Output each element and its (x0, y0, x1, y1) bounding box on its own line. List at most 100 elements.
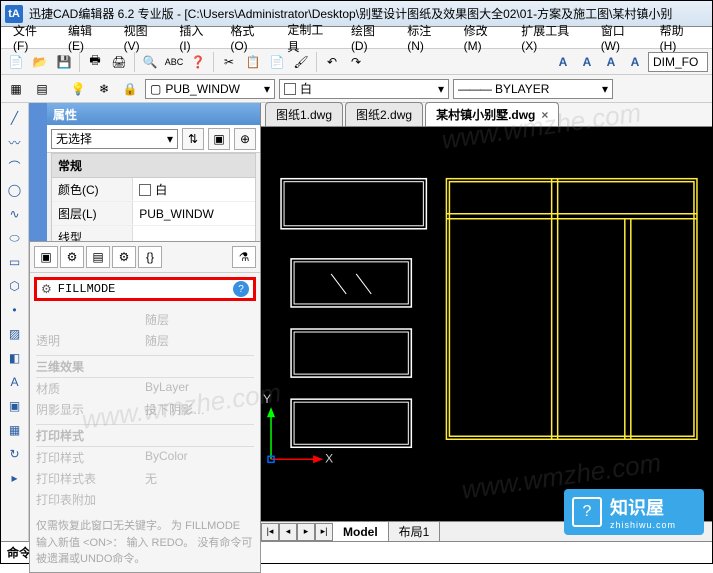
app-icon: tA (5, 5, 23, 23)
text-style-a2[interactable]: A (576, 51, 598, 73)
menu-help[interactable]: 帮助(H) (652, 22, 708, 53)
svg-text:X: X (325, 451, 333, 465)
sysvar-tab-1[interactable]: ▣ (34, 246, 58, 268)
chevron-down-icon: ▾ (264, 82, 270, 96)
brand-name: 知识屋 (610, 494, 676, 520)
text-style-a1[interactable]: A (552, 51, 574, 73)
color-combo[interactable]: 白 ▾ (279, 79, 449, 99)
sysvar-tab-2[interactable]: ⚙ (60, 246, 84, 268)
menu-insert[interactable]: 插入(I) (171, 22, 222, 53)
lineweight-combo[interactable]: ——— BYLAYER ▾ (453, 79, 613, 99)
region-tool[interactable]: ◧ (4, 347, 26, 369)
canvas[interactable]: Y X (261, 127, 712, 521)
tab-nav-first[interactable]: |◂ (261, 523, 279, 541)
svg-text:Y: Y (263, 392, 271, 406)
spline-tool[interactable]: ∿ (4, 203, 26, 225)
command-history: 仅需恢复此窗口无关键字。 为 FILLMODE 输入新值 <ON>： 输入 RE… (30, 514, 260, 572)
layer-props-button[interactable]: ▦ (5, 78, 27, 100)
spell-button[interactable]: ABC (163, 51, 185, 73)
chevron-down-icon: ▾ (167, 132, 173, 146)
refresh-tool[interactable]: ↻ (4, 443, 26, 465)
draw-toolbar: ╱ 〰 ⌒ ◯ ∿ ⬭ ▭ ⬡ • ▨ ◧ A ▣ ▦ ↻ ▸ (1, 103, 29, 541)
text-style-a4[interactable]: A (624, 51, 646, 73)
group-general[interactable]: 常规 (52, 154, 255, 178)
doc-tab-3[interactable]: 某村镇小别墅.dwg× (425, 102, 559, 126)
menu-view[interactable]: 视图(V) (116, 22, 172, 53)
drawing-area: 图纸1.dwg 图纸2.dwg 某村镇小别墅.dwg× (261, 103, 712, 541)
select-objects-button[interactable]: ▣ (208, 128, 230, 150)
menu-extend-tools[interactable]: 扩展工具(X) (513, 22, 592, 53)
line-tool[interactable]: ╱ (4, 107, 26, 129)
lightbulb-icon[interactable]: 💡 (67, 78, 89, 100)
point-tool[interactable]: • (4, 299, 26, 321)
help-button[interactable]: ❓ (187, 51, 209, 73)
tab-nav-prev[interactable]: ◂ (279, 523, 297, 541)
selection-combo[interactable]: 无选择 ▾ (51, 129, 178, 149)
hatch-tool[interactable]: ▨ (4, 323, 26, 345)
menu-custom-tools[interactable]: 定制工具 (279, 21, 343, 55)
table-tool[interactable]: ▦ (4, 419, 26, 441)
doc-tab-2[interactable]: 图纸2.dwg (345, 102, 423, 126)
help-icon[interactable]: ? (233, 281, 249, 297)
brand-badge: ? 知识屋 zhishiwu.com (564, 489, 704, 535)
window-title: 迅捷CAD编辑器 6.2 专业版 - [C:\Users\Administrat… (29, 5, 672, 22)
chevron-down-icon: ▾ (602, 82, 608, 96)
layout-tab-model[interactable]: Model (333, 522, 389, 541)
arc-tool[interactable]: ⌒ (4, 155, 26, 177)
menu-file[interactable]: 文件(F) (5, 22, 60, 53)
menu-bar: 文件(F) 编辑(E) 视图(V) 插入(I) 格式(O) 定制工具 绘图(D)… (1, 27, 712, 49)
color-swatch (284, 83, 296, 95)
block-tool[interactable]: ▣ (4, 395, 26, 417)
paste-button[interactable]: 📄 (266, 51, 288, 73)
sysvar-tab-5[interactable]: {} (138, 246, 162, 268)
menu-modify[interactable]: 修改(M) (456, 22, 514, 53)
undo-button[interactable]: ↶ (321, 51, 343, 73)
close-icon[interactable]: × (541, 108, 548, 122)
copy-button[interactable]: 📋 (242, 51, 264, 73)
open-button[interactable]: 📂 (29, 51, 51, 73)
polyline-tool[interactable]: 〰 (4, 131, 26, 153)
sysvar-tab-4[interactable]: ⚙ (112, 246, 136, 268)
dim-style-combo[interactable]: DIM_FO (648, 52, 708, 72)
circle-tool[interactable]: ◯ (4, 179, 26, 201)
sysvar-search-input[interactable]: FILLMODE (58, 282, 227, 296)
text-tool[interactable]: A (4, 371, 26, 393)
lock-icon[interactable]: 🔒 (119, 78, 141, 100)
ellipse-tool[interactable]: ⬭ (4, 227, 26, 249)
prop-row-layer[interactable]: 图层(L) PUB_WINDW (52, 202, 255, 226)
sysvar-tab-3[interactable]: ▤ (86, 246, 110, 268)
menu-draw[interactable]: 绘图(D) (343, 22, 399, 53)
cut-button[interactable]: ✂ (218, 51, 240, 73)
menu-window[interactable]: 窗口(W) (593, 22, 652, 53)
match-button[interactable]: 🖌 (290, 51, 312, 73)
expand-icon[interactable]: ▸ (4, 467, 26, 489)
layer-state-button[interactable]: ▤ (31, 78, 53, 100)
redo-button[interactable]: ↷ (345, 51, 367, 73)
menu-format[interactable]: 格式(O) (222, 22, 279, 53)
menu-dimension[interactable]: 标注(N) (399, 22, 455, 53)
polygon-tool[interactable]: ⬡ (4, 275, 26, 297)
sysvar-search-row: ⚙ FILLMODE ? (34, 277, 256, 301)
menu-edit[interactable]: 编辑(E) (60, 22, 116, 53)
standard-toolbar: 📄 📂 💾 🖶 🖨 🔍 ABC ❓ ✂ 📋 📄 🖌 ↶ ↷ A A A A DI… (1, 49, 712, 75)
sysvar-flask-button[interactable]: ⚗ (232, 246, 256, 268)
print-preview-button[interactable]: 🖶 (84, 51, 106, 73)
quick-select-button[interactable]: ⇅ (182, 128, 204, 150)
save-button[interactable]: 💾 (53, 51, 75, 73)
brand-url: zhishiwu.com (610, 520, 676, 530)
tab-nav-next[interactable]: ▸ (297, 523, 315, 541)
freeze-icon[interactable]: ❄ (93, 78, 115, 100)
print-button[interactable]: 🖨 (108, 51, 130, 73)
sysvar-faded-list: 随层 透明随层 三维效果 材质ByLayer 阴影显示投下阴影… 打印样式 打印… (30, 305, 260, 514)
layout-tab-1[interactable]: 布局1 (389, 522, 441, 541)
tab-nav-last[interactable]: ▸| (315, 523, 333, 541)
rectangle-tool[interactable]: ▭ (4, 251, 26, 273)
find-button[interactable]: 🔍 (139, 51, 161, 73)
text-style-a3[interactable]: A (600, 51, 622, 73)
prop-row-color[interactable]: 颜色(C) 白 (52, 178, 255, 202)
doc-tab-1[interactable]: 图纸1.dwg (265, 102, 343, 126)
new-button[interactable]: 📄 (5, 51, 27, 73)
gear-icon: ⚙ (41, 282, 52, 296)
pick-add-button[interactable]: ⊕ (234, 128, 256, 150)
layer-combo[interactable]: ▢ PUB_WINDW ▾ (145, 79, 275, 99)
